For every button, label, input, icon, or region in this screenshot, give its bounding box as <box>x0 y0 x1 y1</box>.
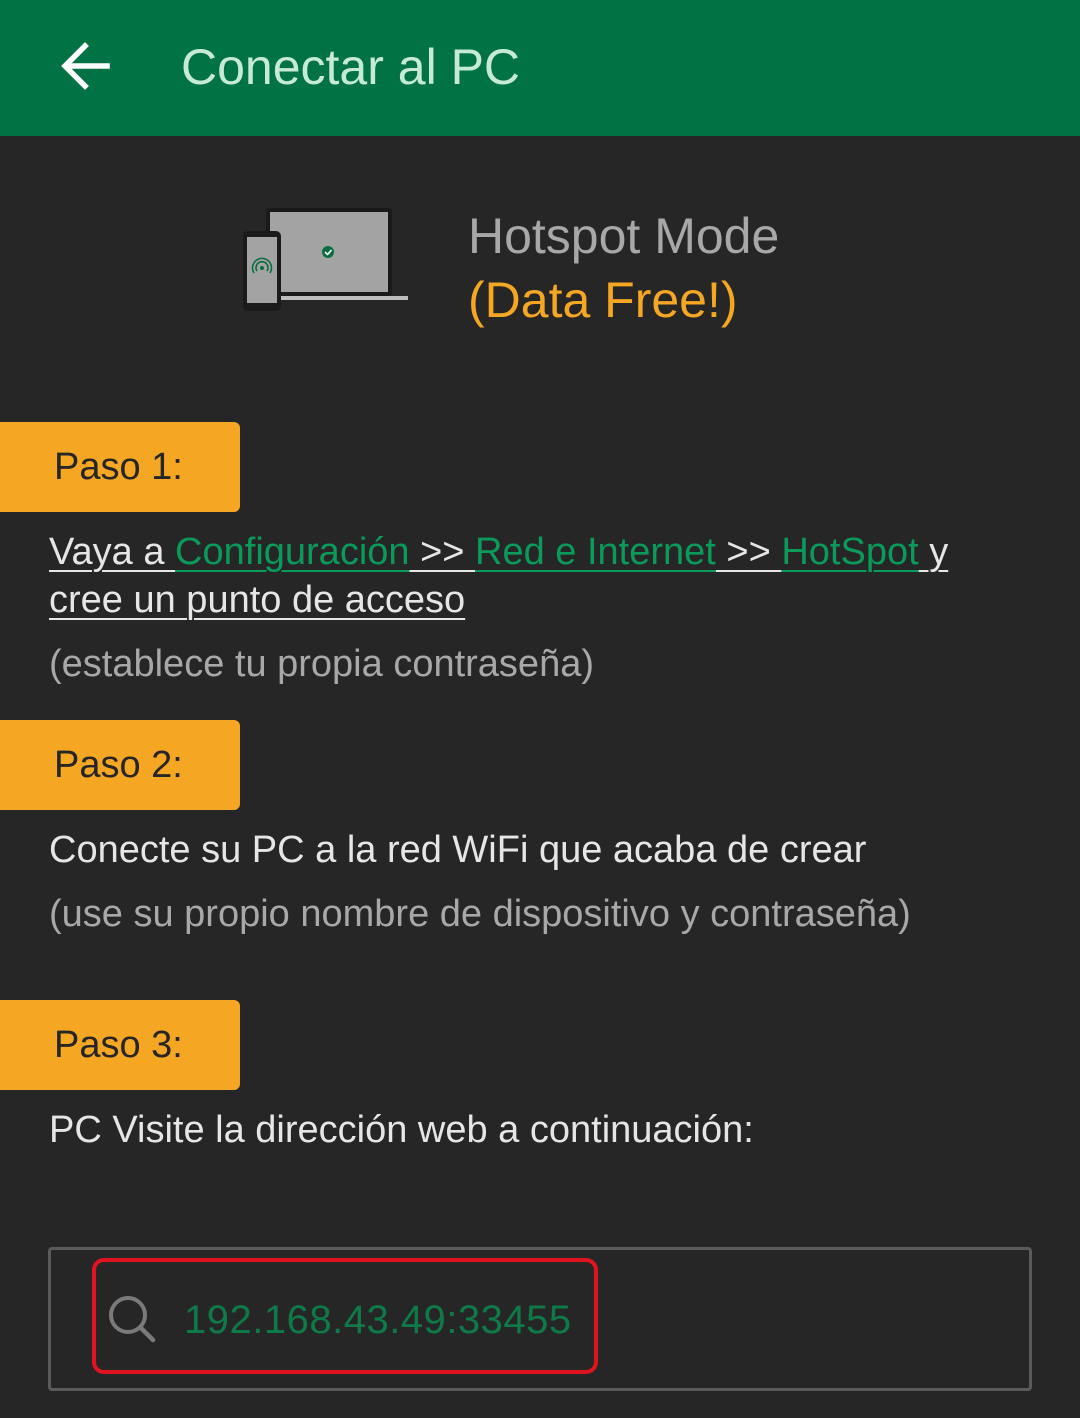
separator: >> <box>715 531 782 573</box>
step-1-note: (establece tu propia contraseña) <box>49 643 594 685</box>
step-3-text: PC Visite la dirección web a continuació… <box>49 1109 754 1151</box>
network-internet-link[interactable]: Red e Internet <box>475 531 716 573</box>
search-icon <box>106 1293 158 1345</box>
hero-subtitle: (Data Free!) <box>468 272 738 328</box>
step-1-prefix: Vaya a <box>49 531 176 573</box>
step-1-badge: Paso 1: <box>0 422 240 512</box>
hotspot-link[interactable]: HotSpot <box>781 531 918 573</box>
app-bar: Conectar al PC <box>0 0 1080 136</box>
separator: >> <box>409 531 476 573</box>
back-button[interactable] <box>40 26 130 106</box>
arrow-left-icon <box>61 42 110 90</box>
step-3-badge: Paso 3: <box>0 1000 240 1090</box>
phone-laptop-hotspot-icon <box>236 200 416 320</box>
step-2-badge: Paso 2: <box>0 720 240 810</box>
step-1-instructions[interactable]: Vaya a Configuración >> Red e Internet >… <box>49 528 1020 624</box>
hero-title: Hotspot Mode <box>468 208 780 264</box>
address-url[interactable]: 192.168.43.49:33455 <box>184 1296 572 1344</box>
page-title: Conectar al PC <box>181 39 521 95</box>
settings-link[interactable]: Configuración <box>175 531 409 573</box>
step-2-note: (use su propio nombre de dispositivo y c… <box>49 893 911 935</box>
step-2-text: Conecte su PC a la red WiFi que acaba de… <box>49 829 867 871</box>
